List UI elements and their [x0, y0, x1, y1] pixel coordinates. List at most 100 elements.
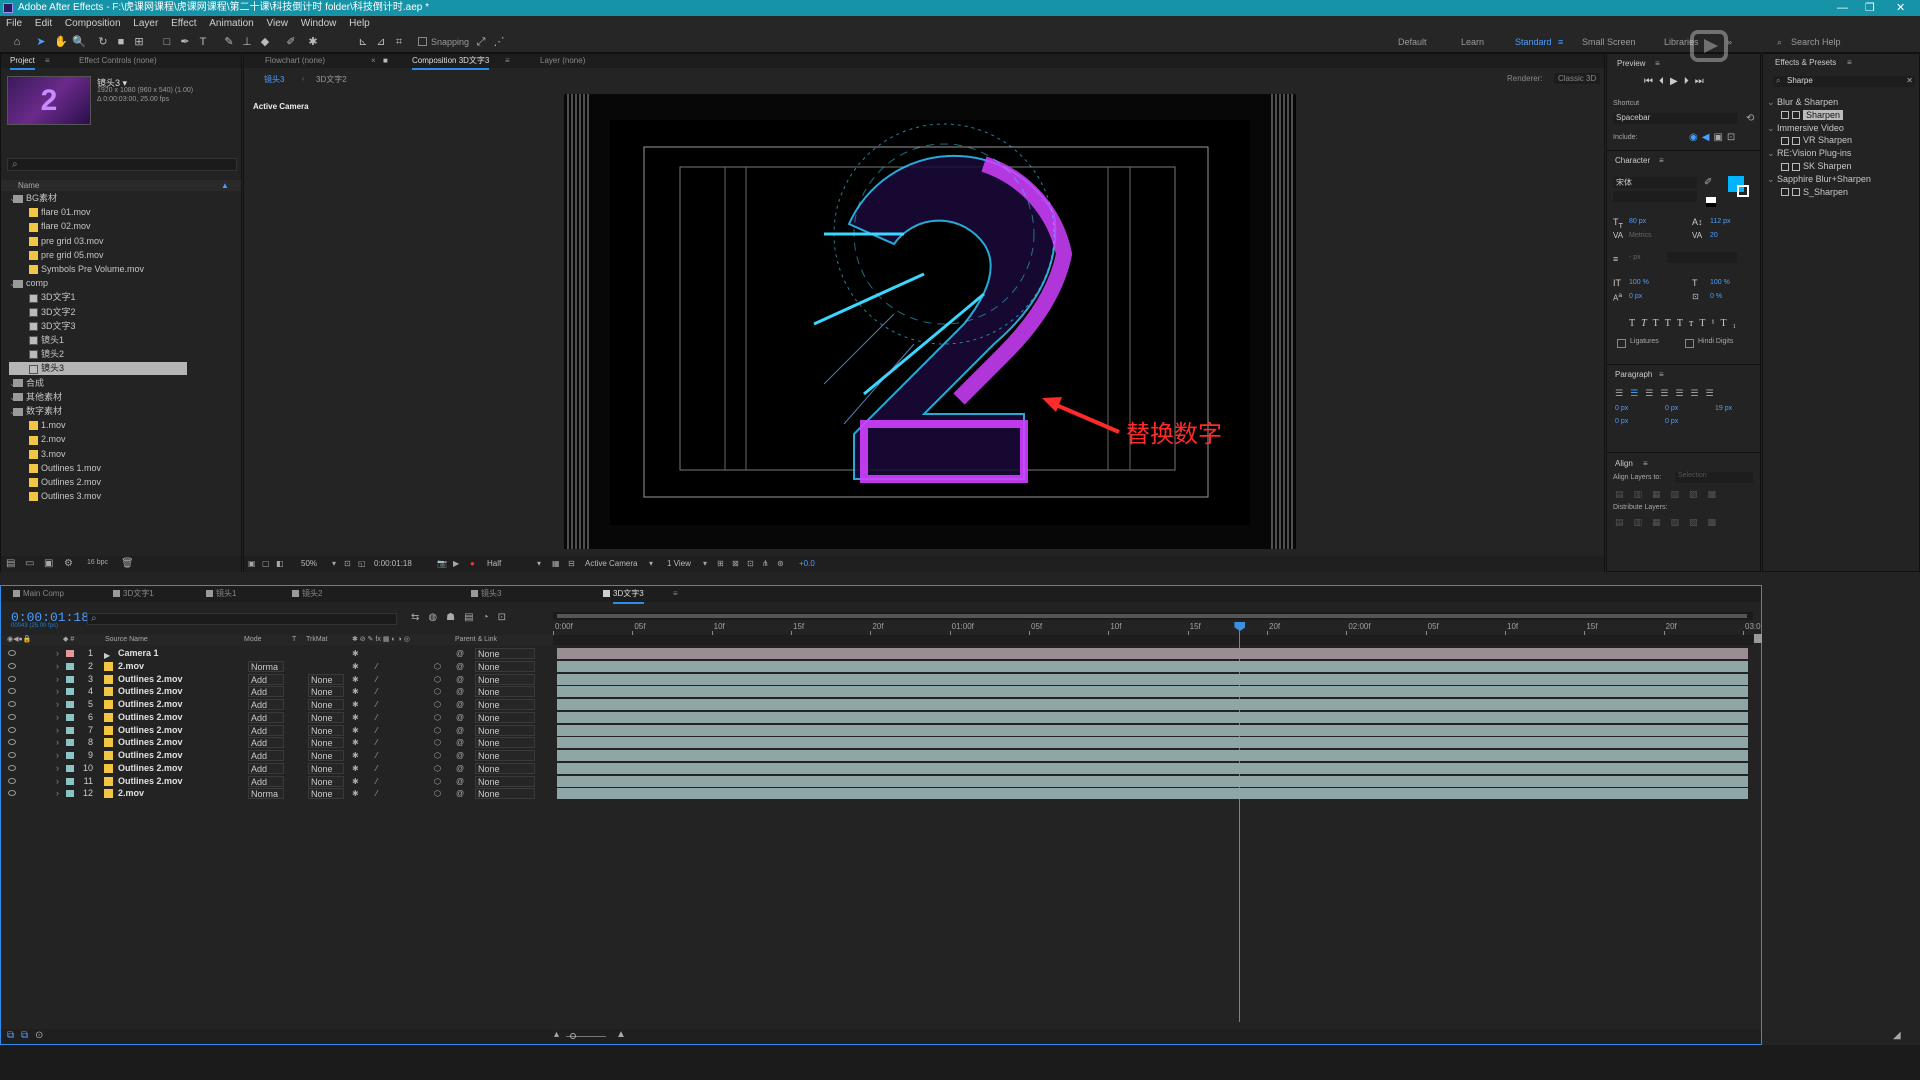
layer-name[interactable]: Outlines 2.mov — [118, 724, 183, 737]
3d-layer-switch-icon[interactable]: ⬡ — [434, 726, 443, 735]
play-icon[interactable]: ▶ — [1670, 76, 1684, 87]
quality-switch-icon[interactable]: ⁄ — [376, 662, 385, 671]
project-footage[interactable]: flare 01.mov — [9, 206, 187, 219]
close-icon[interactable]: ✕ — [1896, 0, 1905, 16]
home-icon[interactable]: ⌂ — [10, 35, 24, 49]
clear-search-icon[interactable]: ✕ — [1906, 76, 1913, 85]
shy-icon[interactable]: ☗ — [446, 612, 464, 623]
effect-item[interactable]: Sharpen — [1781, 109, 1844, 121]
zoom-tool-icon[interactable]: 🔍 — [72, 35, 86, 49]
shy-switch-icon[interactable]: ✱ — [352, 713, 361, 722]
layer-row[interactable]: › 1 ▶ Camera 1 ✱ @ None — [1, 647, 535, 660]
video-toggle-icon[interactable] — [8, 675, 16, 682]
swap-colors-icon[interactable] — [1706, 197, 1716, 207]
axis-local-icon[interactable]: ⊾ — [356, 35, 370, 49]
font-size-value[interactable]: 80 px — [1629, 218, 1646, 225]
project-footage[interactable]: 2.mov — [9, 433, 187, 446]
align-right-icon[interactable]: ☰ — [1645, 388, 1660, 398]
next-frame-icon[interactable]: ⏵ — [1684, 76, 1695, 87]
first-line-indent-value[interactable]: 0 px — [1615, 418, 1628, 425]
stroke-style-select[interactable] — [1667, 252, 1737, 263]
timeline-tab[interactable]: 镜头3 — [481, 586, 501, 602]
tab-close-icon[interactable]: × — [371, 54, 376, 68]
horizontal-scale-value[interactable]: 100 % — [1710, 279, 1730, 286]
pick-whip-icon[interactable]: @ — [456, 649, 465, 658]
parent-select[interactable]: None — [475, 762, 535, 774]
layer-row[interactable]: › 11 Outlines 2.mov Add None ✱ ⁄ ⬡ @ None — [1, 775, 535, 788]
region-icon[interactable]: ◱ — [358, 556, 366, 572]
roto-brush-tool-icon[interactable]: ✐ — [284, 35, 298, 49]
layer-switches-toggle-icon[interactable]: ⧉ — [7, 1030, 14, 1041]
effect-item[interactable]: S_Sharpen — [1781, 186, 1848, 198]
first-frame-icon[interactable]: ⏮ — [1644, 76, 1659, 87]
hindi-digits-checkbox[interactable] — [1685, 339, 1694, 348]
tab-layer[interactable]: Layer (none) — [540, 54, 585, 68]
zoom-out-icon[interactable]: ▴ — [554, 1029, 559, 1040]
timeline-tab[interactable]: Main Comp — [23, 586, 64, 602]
project-comp[interactable]: 镜头1 — [9, 334, 187, 347]
viewer-menu-icon[interactable]: ≡ — [505, 54, 510, 68]
include-layer-icon[interactable]: ⊡ — [1727, 132, 1739, 143]
pick-whip-icon[interactable]: @ — [456, 662, 465, 671]
label-color[interactable] — [66, 701, 74, 708]
frame-blending-icon[interactable]: ▤ — [464, 612, 482, 623]
col-source-name[interactable]: Source Name — [105, 635, 148, 645]
expand-layer-icon[interactable]: › — [56, 749, 59, 762]
video-toggle-icon[interactable] — [8, 752, 16, 758]
layer-row[interactable]: › 10 Outlines 2.mov Add None ✱ ⁄ ⬡ @ None — [1, 762, 535, 775]
axis-world-icon[interactable]: ⊿ — [374, 35, 388, 49]
video-toggle-icon[interactable] — [8, 713, 16, 720]
project-footage[interactable]: 1.mov — [9, 419, 187, 432]
layer-name[interactable]: Outlines 2.mov — [118, 762, 183, 775]
disclosure-icon[interactable]: ⌄ — [1767, 123, 1777, 133]
blend-mode-select[interactable]: Norma — [248, 660, 284, 672]
shy-switch-icon[interactable]: ✱ — [352, 675, 361, 684]
resolution-dropdown-icon[interactable]: ▾ — [537, 556, 541, 572]
quality-switch-icon[interactable]: ⁄ — [376, 700, 385, 709]
3d-layer-switch-icon[interactable]: ⬡ — [434, 777, 443, 786]
zoom-in-icon[interactable]: ▲ — [616, 1029, 626, 1040]
tracking-value[interactable]: 20 — [1710, 232, 1718, 239]
vertical-scale-value[interactable]: 100 % — [1629, 279, 1649, 286]
col-mode[interactable]: Mode — [244, 635, 262, 645]
kerning-value[interactable]: Metrics — [1629, 232, 1652, 239]
paragraph-menu-icon[interactable]: ≡ — [1659, 370, 1664, 379]
pick-whip-icon[interactable]: @ — [456, 738, 465, 747]
layer-row[interactable]: › 3 Outlines 2.mov Add None ✱ ⁄ ⬡ @ None — [1, 673, 535, 686]
pen-tool-icon[interactable]: ✒ — [178, 35, 192, 49]
always-preview-icon[interactable]: ▣ — [248, 556, 256, 572]
font-family-select[interactable]: 宋体 — [1613, 177, 1697, 188]
layer-name[interactable]: Outlines 2.mov — [118, 698, 183, 711]
menu-layer[interactable]: Layer — [133, 18, 158, 29]
expand-layer-icon[interactable]: › — [56, 711, 59, 724]
shortcut-select[interactable]: Spacebar — [1613, 113, 1738, 124]
all-caps-icon[interactable]: TT — [1653, 318, 1677, 329]
effects-search-input[interactable]: ⌕ Sharpe ✕ — [1773, 76, 1915, 87]
justify-all-icon[interactable]: ☰ — [1705, 388, 1720, 398]
blend-mode-select[interactable]: Add — [248, 686, 284, 698]
prev-frame-icon[interactable]: ⏴ — [1659, 76, 1670, 87]
resize-icon[interactable]: ◢ — [1893, 1030, 1901, 1041]
col-trkmat[interactable]: TrkMat — [306, 635, 328, 645]
col-t[interactable]: T — [292, 635, 296, 645]
project-comp[interactable]: 镜头2 — [9, 348, 187, 361]
quality-switch-icon[interactable]: ⁄ — [376, 764, 385, 773]
layer-duration-bar[interactable] — [557, 788, 1748, 800]
pick-whip-icon[interactable]: @ — [456, 713, 465, 722]
indent-right-value[interactable]: 0 px — [1665, 405, 1678, 412]
layer-name[interactable]: Outlines 2.mov — [118, 685, 183, 698]
preview-options-icon[interactable]: ▢ — [262, 556, 270, 572]
parent-select[interactable]: None — [475, 686, 535, 698]
shy-switch-icon[interactable]: ✱ — [352, 751, 361, 760]
expand-layer-icon[interactable]: › — [56, 673, 59, 686]
quality-switch-icon[interactable]: ⁄ — [376, 751, 385, 760]
timeline-search-input[interactable]: ⌕ — [87, 613, 397, 625]
video-toggle-icon[interactable] — [8, 764, 16, 771]
zoom-select[interactable]: 50% — [301, 556, 317, 572]
layer-row[interactable]: › 6 Outlines 2.mov Add None ✱ ⁄ ⬡ @ None — [1, 711, 535, 724]
space-before-value[interactable]: 0 px — [1665, 418, 1678, 425]
in-out-toggle-icon[interactable]: ⊙ — [35, 1030, 43, 1041]
col-name[interactable]: Name — [18, 180, 39, 191]
exposure-value[interactable]: +0.0 — [799, 556, 815, 572]
shy-switch-icon[interactable]: ✱ — [352, 764, 361, 773]
